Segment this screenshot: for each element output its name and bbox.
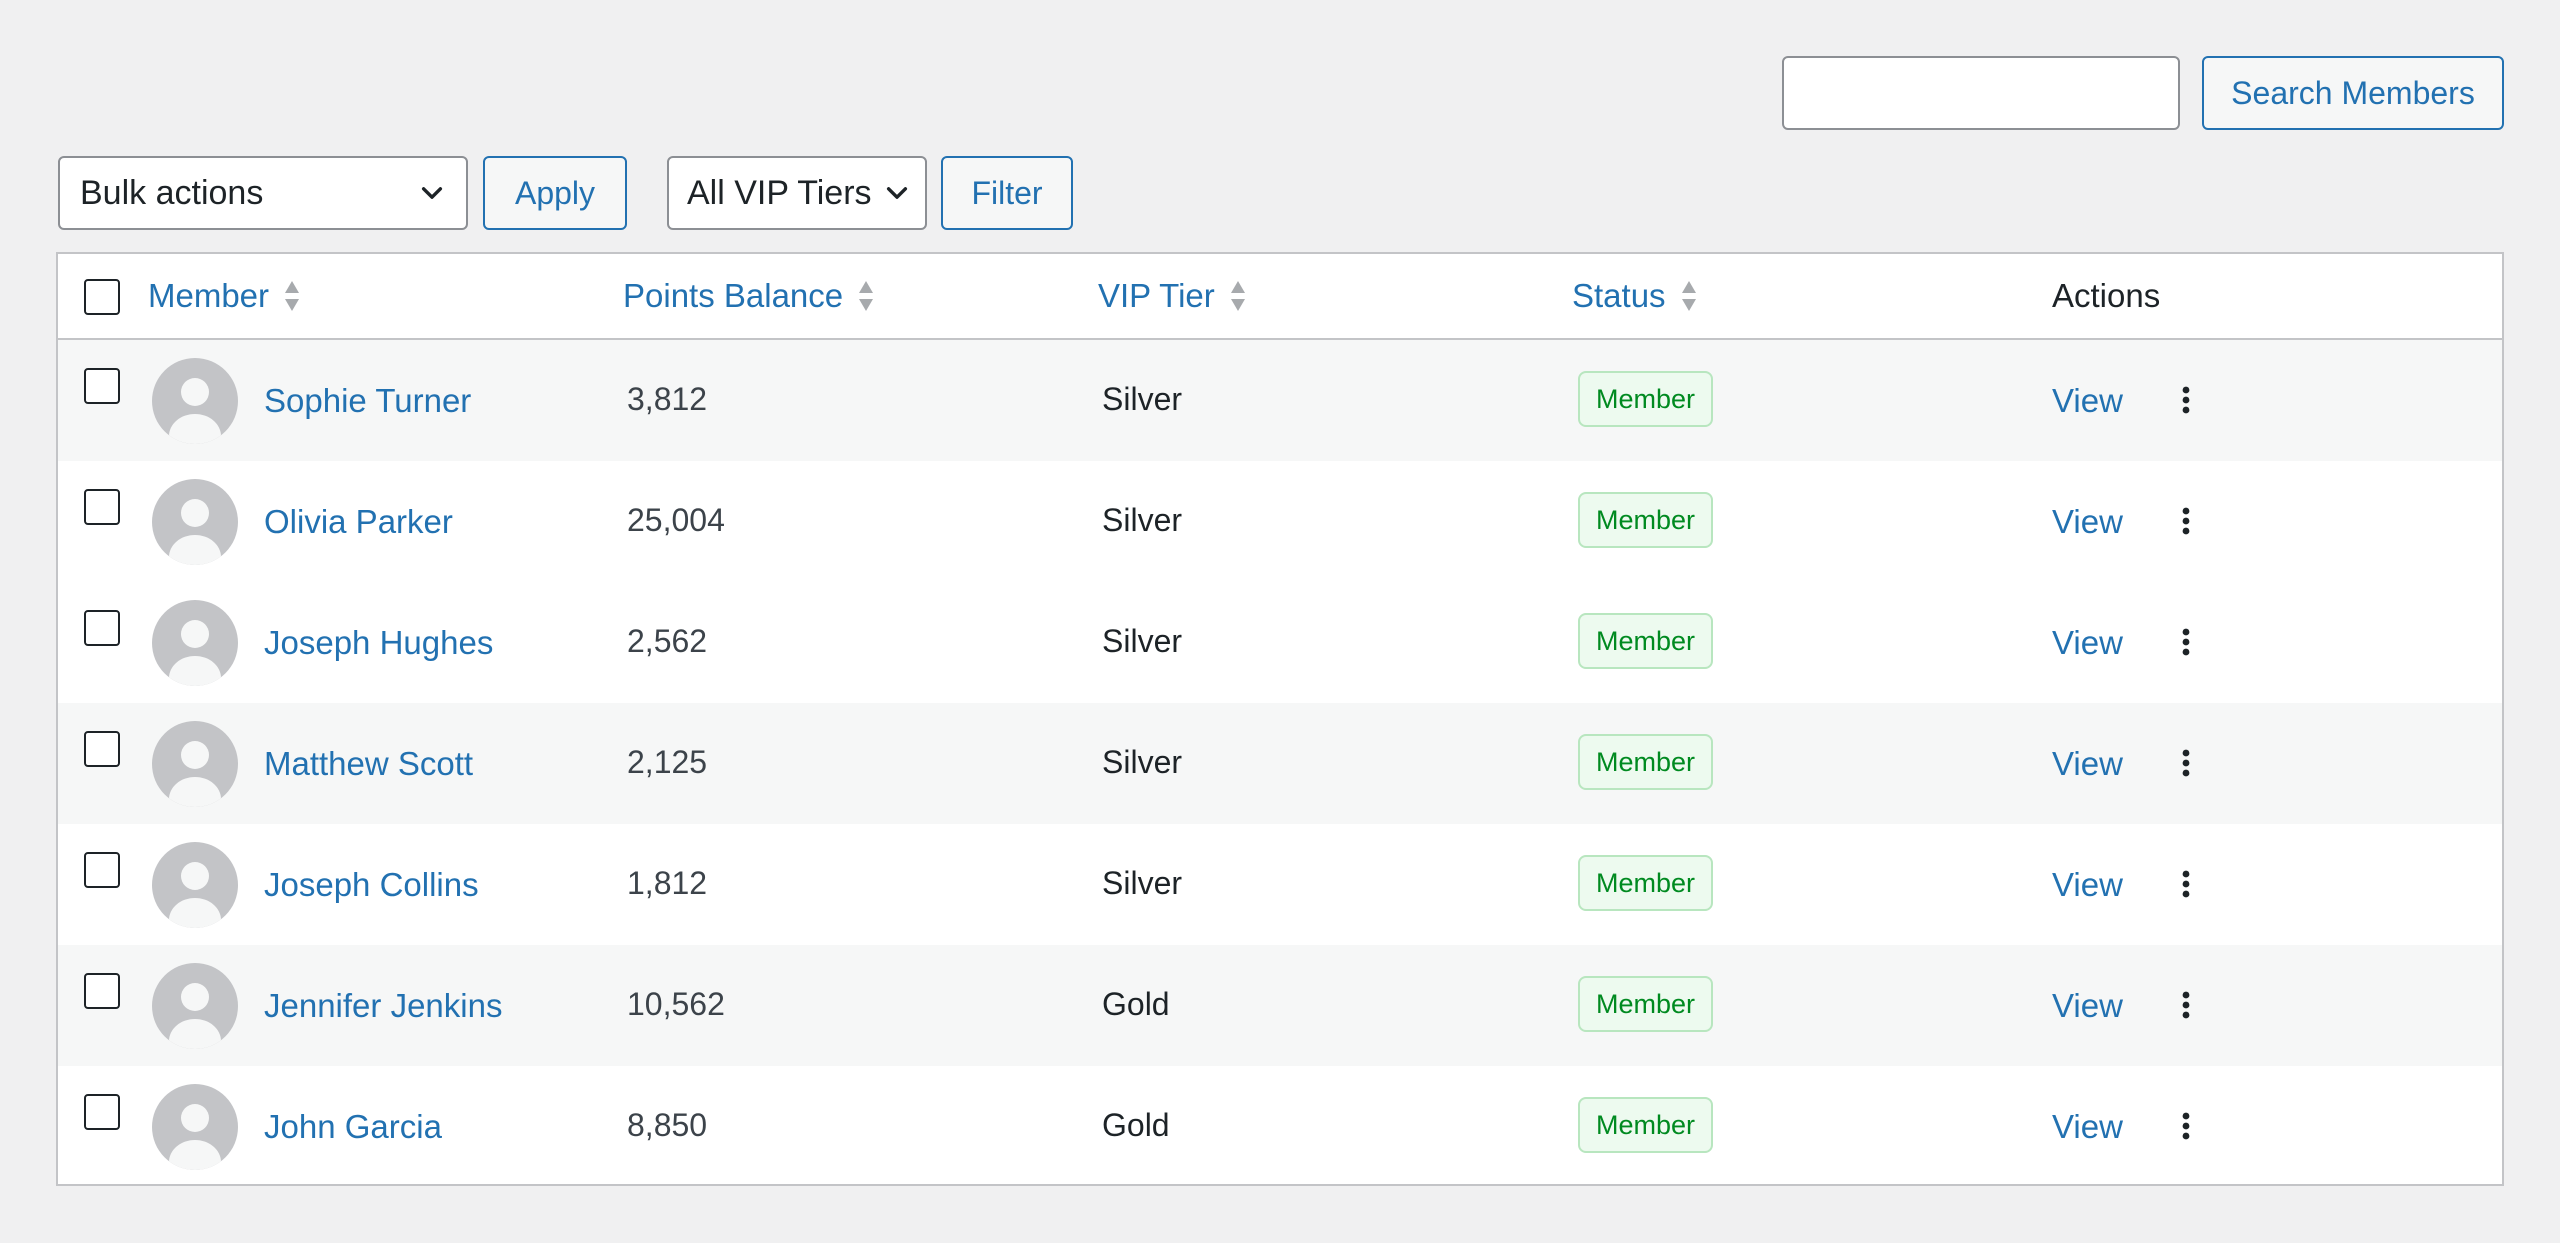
member-name-link[interactable]: John Garcia [264,1066,442,1187]
more-vertical-icon[interactable] [2170,868,2202,900]
view-link[interactable]: View [2052,703,2123,824]
user-avatar-icon[interactable] [152,600,238,686]
vip-tier-selected: All VIP Tiers [687,173,872,212]
sort-arrows-icon [1681,281,1696,311]
user-avatar-icon[interactable] [152,721,238,807]
column-header-label: Status [1572,277,1666,314]
search-members-button[interactable]: Search Members [2202,56,2504,130]
more-vertical-icon[interactable] [2170,1110,2202,1142]
column-header-label: VIP Tier [1098,277,1215,314]
points-balance: 25,004 [627,502,725,538]
sort-arrows-icon [1230,281,1245,311]
row-checkbox[interactable] [84,610,120,646]
row-checkbox[interactable] [84,852,120,888]
search-input[interactable] [1782,56,2180,130]
view-link[interactable]: View [2052,1066,2123,1187]
table-row: Jennifer Jenkins 10,562 Gold Member View [58,945,2502,1066]
points-balance: 2,125 [627,744,708,780]
points-balance: 2,562 [627,623,708,659]
user-avatar-icon[interactable] [152,963,238,1049]
vip-tier: Silver [1102,865,1183,901]
more-vertical-icon[interactable] [2170,747,2202,779]
table-row: Matthew Scott 2,125 Silver Member View [58,703,2502,824]
table-row: Joseph Hughes 2,562 Silver Member View [58,582,2502,703]
view-link[interactable]: View [2052,945,2123,1066]
status-badge: Member [1578,976,1714,1032]
row-checkbox[interactable] [84,368,120,404]
points-balance: 3,812 [627,381,708,417]
chevron-down-icon [886,187,908,199]
more-vertical-icon[interactable] [2170,989,2202,1021]
member-name-link[interactable]: Olivia Parker [264,461,453,582]
row-checkbox[interactable] [84,973,120,1009]
table-row: Joseph Collins 1,812 Silver Member View [58,824,2502,945]
sort-arrows-icon [859,281,874,311]
column-header-vip-tier[interactable]: VIP Tier [1098,254,1247,338]
row-checkbox[interactable] [84,489,120,525]
table-row: John Garcia 8,850 Gold Member View [58,1066,2502,1187]
status-badge: Member [1578,613,1714,669]
points-balance: 10,562 [627,986,725,1022]
table-row: Olivia Parker 25,004 Silver Member View [58,461,2502,582]
row-checkbox[interactable] [84,731,120,767]
bulk-actions-selected: Bulk actions [80,173,264,212]
points-balance: 8,850 [627,1107,708,1143]
user-avatar-icon[interactable] [152,842,238,928]
vip-tier: Silver [1102,502,1183,538]
member-name-link[interactable]: Jennifer Jenkins [264,945,502,1066]
apply-button[interactable]: Apply [483,156,627,230]
table-header: Member Points Balance VIP Tier Status Ac… [58,254,2502,340]
vip-tier: Gold [1102,986,1170,1022]
member-name-link[interactable]: Joseph Collins [264,824,479,945]
vip-tier-select[interactable]: All VIP Tiers [667,156,927,230]
filter-button[interactable]: Filter [941,156,1073,230]
column-header-label: Points Balance [623,277,844,314]
column-header-actions: Actions [2052,254,2160,338]
column-header-status[interactable]: Status [1572,254,1698,338]
column-header-member[interactable]: Member [148,254,301,338]
row-checkbox[interactable] [84,1094,120,1130]
column-header-label: Actions [2052,277,2161,314]
more-vertical-icon[interactable] [2170,384,2202,416]
user-avatar-icon[interactable] [152,479,238,565]
status-badge: Member [1578,855,1714,911]
more-vertical-icon[interactable] [2170,505,2202,537]
status-badge: Member [1578,734,1714,790]
points-balance: 1,812 [627,865,708,901]
status-badge: Member [1578,371,1714,427]
member-name-link[interactable]: Sophie Turner [264,340,471,461]
member-name-link[interactable]: Joseph Hughes [264,582,493,703]
members-table: Member Points Balance VIP Tier Status Ac… [56,252,2504,1186]
vip-tier: Gold [1102,1107,1170,1143]
select-all-checkbox[interactable] [84,279,120,315]
column-header-points-balance[interactable]: Points Balance [623,254,875,338]
status-badge: Member [1578,1097,1714,1153]
bulk-actions-select[interactable]: Bulk actions [58,156,468,230]
sort-arrows-icon [285,281,300,311]
vip-tier: Silver [1102,744,1183,780]
more-vertical-icon[interactable] [2170,626,2202,658]
status-badge: Member [1578,492,1714,548]
view-link[interactable]: View [2052,824,2123,945]
member-name-link[interactable]: Matthew Scott [264,703,473,824]
vip-tier: Silver [1102,623,1183,659]
table-row: Sophie Turner 3,812 Silver Member View [58,340,2502,461]
column-header-label: Member [148,277,270,314]
chevron-down-icon [421,187,443,199]
view-link[interactable]: View [2052,461,2123,582]
view-link[interactable]: View [2052,340,2123,461]
view-link[interactable]: View [2052,582,2123,703]
user-avatar-icon[interactable] [152,358,238,444]
vip-tier: Silver [1102,381,1183,417]
user-avatar-icon[interactable] [152,1084,238,1170]
